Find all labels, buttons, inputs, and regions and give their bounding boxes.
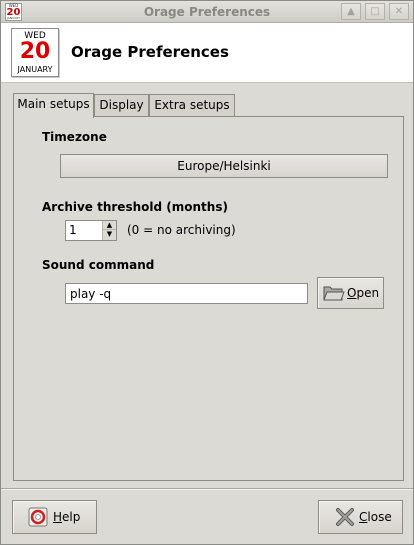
footer-separator [1, 488, 413, 490]
spinner-down-icon[interactable]: ▼ [103, 230, 116, 239]
tab-extra-setups[interactable]: Extra setups [149, 94, 235, 117]
timezone-title: Timezone [42, 130, 107, 144]
open-button-label: Open [347, 286, 380, 300]
title-bar[interactable]: WED 20 JANUARY Orage Preferences ▲ □ ✕ [1, 1, 413, 23]
sound-command-field[interactable] [65, 283, 308, 304]
close-button-label: Close [359, 510, 392, 524]
timezone-button[interactable]: Europe/Helsinki [60, 154, 388, 178]
arrow-up-icon: ▲ [347, 6, 355, 17]
sound-command-title: Sound command [42, 258, 155, 272]
help-button[interactable]: Help [12, 500, 97, 534]
maximize-icon: □ [370, 6, 380, 17]
calendar-icon: WED 20 JANUARY [11, 28, 59, 77]
help-lifebuoy-icon [28, 507, 48, 527]
calendar-day: 20 [19, 39, 51, 64]
dialog-title: Orage Preferences [71, 43, 229, 61]
close-x-icon [336, 508, 354, 526]
archive-threshold-title: Archive threshold (months) [42, 200, 228, 214]
spinner-arrows: ▲ ▼ [102, 221, 116, 240]
close-icon: ✕ [394, 6, 404, 17]
main-setups-panel: Timezone Europe/Helsinki Archive thresho… [13, 116, 404, 481]
spinner-up-icon[interactable]: ▲ [103, 221, 116, 230]
open-button[interactable]: Open [317, 277, 384, 309]
calendar-month: JANUARY [17, 65, 53, 74]
tab-main-setups[interactable]: Main setups [13, 93, 94, 118]
close-window-button[interactable]: ✕ [389, 3, 409, 20]
archive-threshold-spinner[interactable]: 1 ▲ ▼ [65, 220, 117, 241]
archive-threshold-value[interactable]: 1 [69, 223, 77, 237]
dialog-header: WED 20 JANUARY Orage Preferences [1, 23, 413, 83]
close-button[interactable]: Close [318, 500, 403, 534]
shade-button[interactable]: ▲ [341, 3, 361, 20]
preferences-window: WED 20 JANUARY Orage Preferences ▲ □ ✕ W… [0, 0, 414, 545]
archive-note: (0 = no archiving) [127, 223, 236, 237]
folder-open-icon [323, 286, 345, 301]
sound-command-input[interactable] [66, 284, 307, 303]
tab-display[interactable]: Display [94, 94, 149, 117]
help-button-label: Help [53, 510, 81, 524]
maximize-button[interactable]: □ [365, 3, 385, 20]
